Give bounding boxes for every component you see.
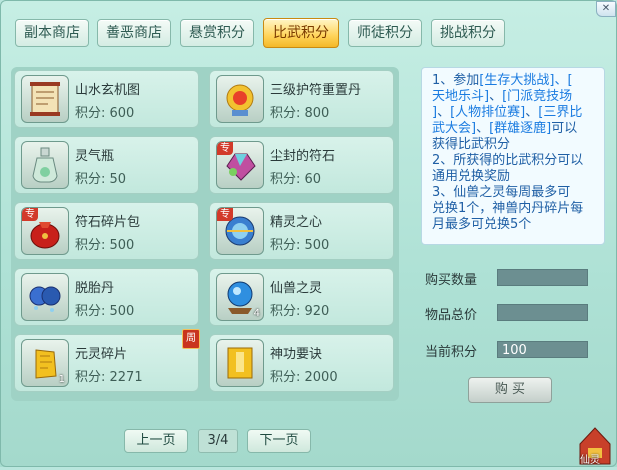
- item-card[interactable]: 专 尘封的符石 积分: 60: [209, 136, 394, 194]
- tab-dungeon-shop[interactable]: 副本商店: [15, 19, 89, 47]
- item-name: 山水玄机图: [75, 83, 141, 98]
- item-name: 神功要诀: [270, 347, 323, 362]
- info-line: 天地乐斗]、[门派竞技场: [432, 89, 573, 104]
- tab-arena-points[interactable]: 比武积分: [263, 18, 339, 48]
- item-card[interactable]: 专 符石碎片包 积分: 500: [14, 202, 199, 260]
- info-line: ]、[人物排位赛]、[三界比: [432, 105, 583, 120]
- bottle-icon: [21, 141, 69, 189]
- spirit-heart-icon: 专: [216, 207, 264, 255]
- item-name: 符石碎片包: [75, 215, 141, 230]
- item-name: 脱胎丹: [75, 281, 115, 296]
- golden-pill-icon: [216, 75, 264, 123]
- item-price: 积分: 500: [75, 304, 135, 319]
- gold-shard-icon: 1: [21, 339, 69, 387]
- item-name: 三级护符重置丹: [270, 83, 362, 98]
- item-price: 积分: 500: [270, 238, 330, 253]
- tab-karma-shop[interactable]: 善恶商店: [97, 19, 171, 47]
- blue-pill-icon: [21, 273, 69, 321]
- item-price: 积分: 50: [75, 172, 127, 187]
- book-icon: [216, 339, 264, 387]
- item-price: 积分: 500: [75, 238, 135, 253]
- item-count: 4: [253, 308, 260, 319]
- shop-window: ✕ 副本商店 善恶商店 悬赏积分 比武积分 师徒积分 挑战积分 山水玄机图 积分…: [0, 0, 617, 467]
- tab-bounty-points[interactable]: 悬赏积分: [180, 19, 254, 47]
- item-name: 元灵碎片: [75, 347, 128, 362]
- item-price: 积分: 2000: [270, 370, 338, 385]
- item-card[interactable]: 专 精灵之心 积分: 500: [209, 202, 394, 260]
- item-card[interactable]: 三级护符重置丹 积分: 800: [209, 70, 394, 128]
- item-card[interactable]: 神功要诀 积分: 2000: [209, 334, 394, 392]
- prev-page-button[interactable]: 上一页: [124, 429, 188, 453]
- exclusive-badge: 专: [217, 142, 233, 155]
- item-price: 积分: 60: [270, 172, 322, 187]
- tab-challenge-points[interactable]: 挑战积分: [431, 19, 505, 47]
- tab-mentor-points[interactable]: 师徒积分: [348, 19, 422, 47]
- exclusive-badge: 专: [217, 208, 233, 221]
- page-indicator: 3/4: [198, 429, 238, 453]
- item-name: 精灵之心: [270, 215, 323, 230]
- item-price: 积分: 800: [270, 106, 330, 121]
- item-name: 尘封的符石: [270, 149, 336, 164]
- quantity-input[interactable]: [497, 269, 588, 286]
- item-price: 积分: 2271: [75, 370, 143, 385]
- item-grid: 山水玄机图 积分: 600 三级护符重置丹 积分: 800 灵气瓶 积分: 50…: [11, 67, 399, 401]
- buy-button[interactable]: 购 买: [468, 377, 552, 403]
- total-price-label: 物品总价: [425, 308, 478, 323]
- current-points-label: 当前积分: [425, 345, 478, 360]
- current-points-field: 100: [497, 341, 588, 358]
- gem-stone-icon: 专: [216, 141, 264, 189]
- item-price: 积分: 600: [75, 106, 135, 121]
- item-name: 仙兽之灵: [270, 281, 323, 296]
- info-line: 武大会]、[群雄逐鹿]可以: [432, 121, 578, 136]
- info-line: 1、参加[生存大挑战]、[: [432, 73, 573, 88]
- scroll-map-icon: [21, 75, 69, 123]
- info-line: 3、仙兽之灵每周最多可: [432, 185, 571, 200]
- exclusive-badge: 专: [22, 208, 38, 221]
- close-icon[interactable]: ✕: [596, 1, 616, 17]
- spirit-shortcut-label: 仙灵: [580, 455, 600, 466]
- item-price: 积分: 920: [270, 304, 330, 319]
- info-line: 月最多可兑换5个: [432, 217, 532, 232]
- item-card[interactable]: 1 周 元灵碎片 积分: 2271: [14, 329, 200, 392]
- item-name: 灵气瓶: [75, 149, 115, 164]
- info-line: 兑换1个，神兽内丹碎片每: [432, 201, 584, 216]
- item-card[interactable]: 山水玄机图 积分: 600: [14, 70, 199, 128]
- info-line: 2、所获得的比武积分可以: [432, 153, 584, 168]
- item-card[interactable]: 灵气瓶 积分: 50: [14, 136, 199, 194]
- weekly-limit-badge: 周: [182, 329, 200, 349]
- beast-orb-icon: 4: [216, 273, 264, 321]
- item-card[interactable]: 脱胎丹 积分: 500: [14, 268, 199, 326]
- info-line: 获得比武积分: [432, 137, 511, 152]
- info-panel: 1、参加[生存大挑战]、[ 天地乐斗]、[门派竞技场 ]、[人物排位赛]、[三界…: [421, 67, 605, 245]
- next-page-button[interactable]: 下一页: [247, 429, 311, 453]
- item-count: 1: [58, 374, 65, 385]
- spirit-shortcut-icon[interactable]: 仙灵: [576, 422, 614, 466]
- total-price-field: [497, 304, 588, 321]
- quantity-label: 购买数量: [425, 273, 478, 288]
- red-bag-icon: 专: [21, 207, 69, 255]
- item-card[interactable]: 4 仙兽之灵 积分: 920: [209, 268, 394, 326]
- info-line: 通用兑换奖励: [432, 169, 511, 184]
